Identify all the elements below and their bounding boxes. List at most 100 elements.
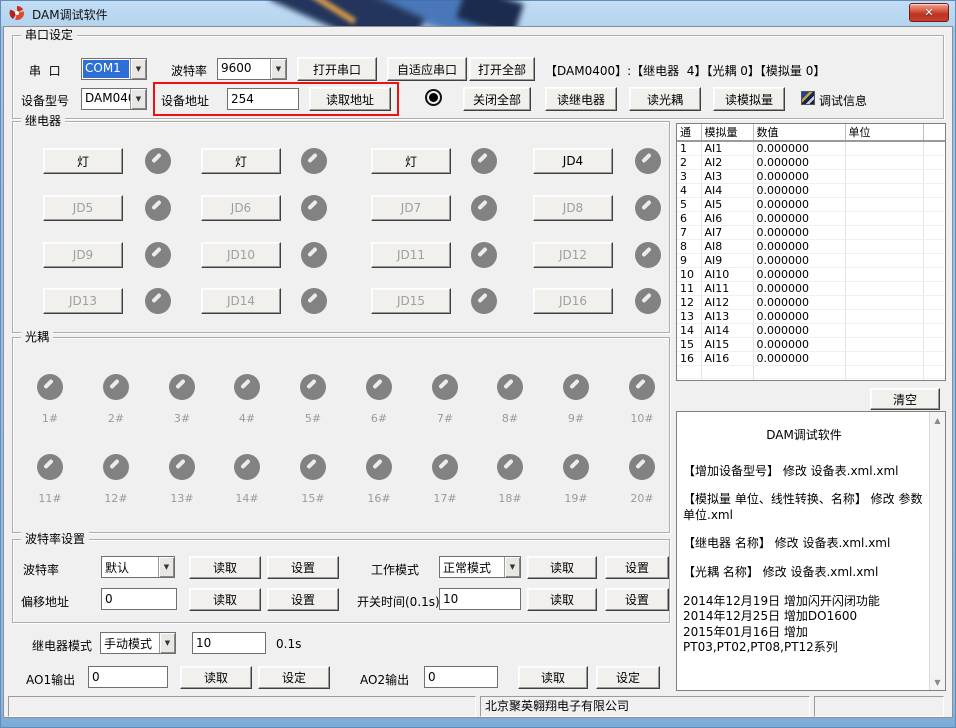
relay-button-11[interactable]: JD11 — [371, 242, 451, 268]
history-line: 2015年01月16日 增加PT03,PT02,PT08,PT12系列 — [683, 625, 925, 656]
window-title: DAM调试软件 — [32, 6, 108, 23]
debug-info-icon[interactable] — [801, 91, 815, 105]
switch-time-set-button[interactable]: 设置 — [605, 588, 669, 611]
work-mode-select[interactable]: 正常模式 ▼ — [439, 556, 521, 578]
col-name[interactable]: 模拟量 — [701, 124, 753, 141]
opto-channel-17: 17# — [428, 454, 462, 505]
relay-button-1[interactable]: 灯 — [43, 148, 123, 174]
analog-row[interactable]: 10AI100.000000 — [677, 268, 946, 282]
ao1-input[interactable] — [88, 666, 168, 688]
relay-led-10 — [301, 242, 327, 268]
analog-row[interactable]: 8AI80.000000 — [677, 240, 946, 254]
analog-row[interactable]: 14AI140.000000 — [677, 324, 946, 338]
device-addr-input[interactable] — [227, 88, 299, 110]
baudrate-read-button[interactable]: 读取 — [189, 556, 261, 579]
info-line: 【模拟量 单位、线性转换、名称】 修改 参数单位.xml — [683, 492, 925, 523]
chevron-down-icon[interactable]: ▼ — [504, 557, 520, 577]
relay-button-7[interactable]: JD7 — [371, 195, 451, 221]
analog-row[interactable]: 6AI60.000000 — [677, 212, 946, 226]
analog-row[interactable]: 9AI90.000000 — [677, 254, 946, 268]
ao1-set-button[interactable]: 设定 — [258, 666, 330, 689]
switch-time-input[interactable] — [439, 588, 521, 610]
baud-settings-group: 波特率设置 波特率 默认 ▼ 读取 设置 工作模式 正常模式 ▼ 读取 设置 偏… — [12, 539, 670, 623]
titlebar[interactable]: DAM调试软件 ✕ — [0, 0, 956, 26]
debug-info-label[interactable]: 调试信息 — [819, 92, 867, 109]
clear-button[interactable]: 清空 — [870, 388, 940, 410]
baudrate-set-button[interactable]: 设置 — [267, 556, 339, 579]
info-line: 【继电器 名称】 修改 设备表.xml.xml — [683, 536, 925, 552]
work-mode-read-button[interactable]: 读取 — [527, 556, 597, 579]
baud-select[interactable]: 9600 ▼ — [217, 58, 287, 80]
relay-button-3[interactable]: 灯 — [371, 148, 451, 174]
scroll-down-icon[interactable]: ▼ — [930, 674, 945, 690]
analog-row[interactable]: 5AI50.000000 — [677, 198, 946, 212]
analog-row[interactable]: 16AI160.000000 — [677, 352, 946, 366]
relay-button-16[interactable]: JD16 — [533, 288, 613, 314]
work-mode-value: 正常模式 — [440, 557, 504, 577]
relay-button-14[interactable]: JD14 — [201, 288, 281, 314]
close-button[interactable]: ✕ — [909, 3, 949, 22]
opto-channel-19: 19# — [559, 454, 593, 505]
ao2-input[interactable] — [424, 666, 498, 688]
analog-row[interactable]: 12AI120.000000 — [677, 296, 946, 310]
analog-row[interactable]: 3AI30.000000 — [677, 170, 946, 184]
open-all-button[interactable]: 打开全部 — [469, 57, 535, 81]
read-analog-button[interactable]: 读模拟量 — [713, 87, 785, 111]
scroll-up-icon[interactable]: ▲ — [930, 412, 945, 428]
chevron-down-icon[interactable]: ▼ — [159, 633, 175, 653]
relay-button-12[interactable]: JD12 — [533, 242, 613, 268]
read-relay-button[interactable]: 读继电器 — [545, 87, 617, 111]
chevron-down-icon[interactable]: ▼ — [158, 557, 174, 577]
relay-button-2[interactable]: 灯 — [201, 148, 281, 174]
device-model-select[interactable]: DAM0400 ▼ — [81, 88, 147, 110]
relay-mode-select[interactable]: 手动模式 ▼ — [100, 632, 176, 654]
relay-button-9[interactable]: JD9 — [43, 242, 123, 268]
open-serial-button[interactable]: 打开串口 — [297, 57, 377, 81]
read-opto-button[interactable]: 读光耦 — [629, 87, 701, 111]
col-value[interactable]: 数值 — [753, 124, 845, 141]
chevron-down-icon[interactable]: ▼ — [130, 59, 146, 79]
info-scrollbar[interactable]: ▲ ▼ — [929, 412, 945, 690]
ao2-set-button[interactable]: 设定 — [596, 666, 660, 689]
chevron-down-icon[interactable]: ▼ — [270, 59, 286, 79]
serial-port-select[interactable]: COM1 ▼ — [81, 58, 147, 80]
relay-button-13[interactable]: JD13 — [43, 288, 123, 314]
relay-mode-time-input[interactable] — [192, 632, 266, 654]
switch-time-read-button[interactable]: 读取 — [527, 588, 597, 611]
analog-row[interactable]: 11AI110.000000 — [677, 282, 946, 296]
baud-settings-title: 波特率设置 — [21, 532, 89, 546]
analog-row[interactable]: 15AI150.000000 — [677, 338, 946, 352]
baudrate-select[interactable]: 默认 ▼ — [101, 556, 175, 578]
relay-button-10[interactable]: JD10 — [201, 242, 281, 268]
close-all-button[interactable]: 关闭全部 — [463, 87, 531, 111]
analog-row[interactable]: 7AI70.000000 — [677, 226, 946, 240]
chevron-down-icon[interactable]: ▼ — [130, 89, 146, 109]
analog-row-empty — [677, 366, 946, 379]
col-unit[interactable]: 单位 — [845, 124, 923, 141]
relay-button-15[interactable]: JD15 — [371, 288, 451, 314]
work-mode-set-button[interactable]: 设置 — [605, 556, 669, 579]
relay-led-9 — [145, 242, 171, 268]
adaptive-serial-button[interactable]: 自适应串口 — [387, 57, 467, 81]
col-channel[interactable]: 通 — [677, 124, 701, 141]
device-addr-label: 设备地址 — [161, 92, 209, 109]
offset-read-button[interactable]: 读取 — [189, 588, 261, 611]
info-line: 【光耦 名称】 修改 设备表.xml.xml — [683, 565, 925, 581]
analog-row[interactable]: 2AI20.000000 — [677, 156, 946, 170]
ao2-read-button[interactable]: 读取 — [518, 666, 588, 689]
read-addr-button[interactable]: 读取地址 — [309, 87, 391, 111]
ao1-read-button[interactable]: 读取 — [180, 666, 252, 689]
relay-led-7 — [471, 195, 497, 221]
offset-set-button[interactable]: 设置 — [267, 588, 339, 611]
relay-button-5[interactable]: JD5 — [43, 195, 123, 221]
offset-addr-input[interactable] — [101, 588, 177, 610]
relay-button-8[interactable]: JD8 — [533, 195, 613, 221]
device-model-value: DAM0400 — [82, 89, 130, 109]
relay-group: 继电器 灯 灯 灯 JD4 JD5 JD6 JD7 JD8 JD9 JD10 J… — [12, 121, 670, 333]
relay-button-6[interactable]: JD6 — [201, 195, 281, 221]
analog-row[interactable]: 4AI40.000000 — [677, 184, 946, 198]
relay-button-4[interactable]: JD4 — [533, 148, 613, 174]
analog-row[interactable]: 1AI10.000000 — [677, 141, 946, 156]
relay-led-8 — [635, 195, 661, 221]
analog-row[interactable]: 13AI130.000000 — [677, 310, 946, 324]
